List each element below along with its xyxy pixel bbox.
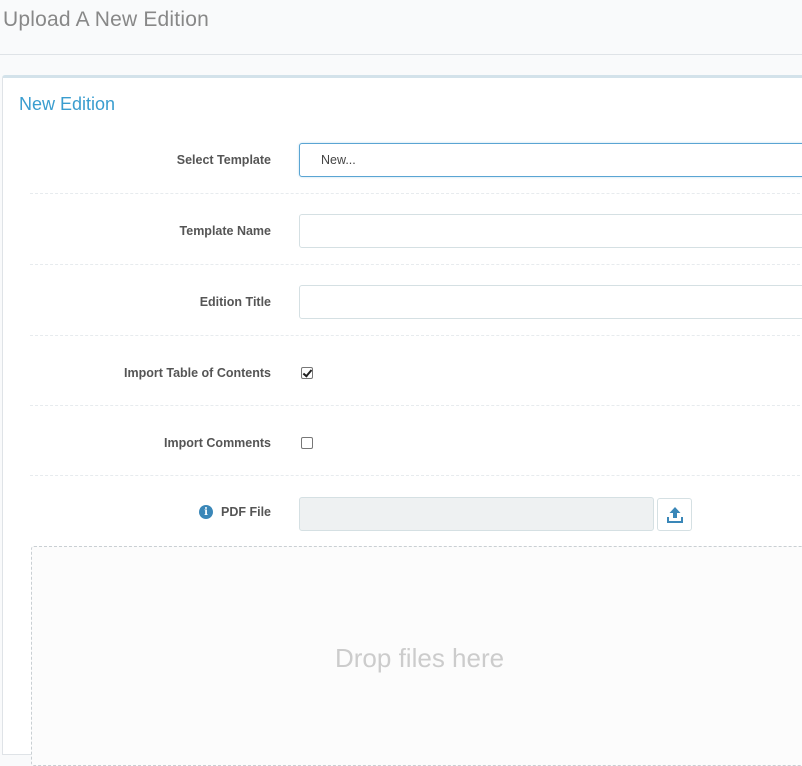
edition-title-wrap [299,285,802,319]
upload-button[interactable] [657,498,692,531]
page-header: Upload A New Edition [0,0,802,55]
import-toc-label: Import Table of Contents [124,366,271,380]
pdf-file-label: PDF File [220,505,271,519]
edition-title-input[interactable] [299,285,802,319]
select-template-row: Select Template New... ▼ [30,143,802,194]
select-template-value: New... [321,153,356,167]
panel-title: New Edition [19,94,116,114]
dropzone-text: Drop files here [335,643,505,673]
select-template-wrap: New... ▼ [299,143,802,177]
import-toc-row: Import Table of Contents [30,336,802,406]
pdf-file-display[interactable] [299,497,654,531]
select-template-label: Select Template [176,153,271,167]
pdf-file-label-wrap: i PDF File [198,505,271,519]
edition-title-label: Edition Title [199,295,271,309]
select-template-dropdown[interactable]: New... ▼ [299,143,802,177]
template-name-row: Template Name [30,194,802,265]
page-title: Upload A New Edition [3,8,209,31]
pdf-file-wrap [299,497,692,531]
info-icon[interactable]: i [198,505,213,519]
import-comments-checkbox[interactable] [301,437,313,449]
import-comments-label: Import Comments [164,436,271,450]
template-name-input[interactable] [299,214,802,248]
import-toc-checkbox[interactable] [301,367,313,379]
upload-icon [666,506,683,523]
pdf-file-row: i PDF File [30,476,802,536]
import-toc-wrap [301,367,313,379]
import-comments-row: Import Comments [30,406,802,476]
template-name-label: Template Name [179,224,271,238]
import-comments-wrap [301,437,313,449]
edition-title-row: Edition Title [30,265,802,336]
file-dropzone[interactable]: Drop files here [31,546,802,766]
template-name-wrap [299,214,802,248]
